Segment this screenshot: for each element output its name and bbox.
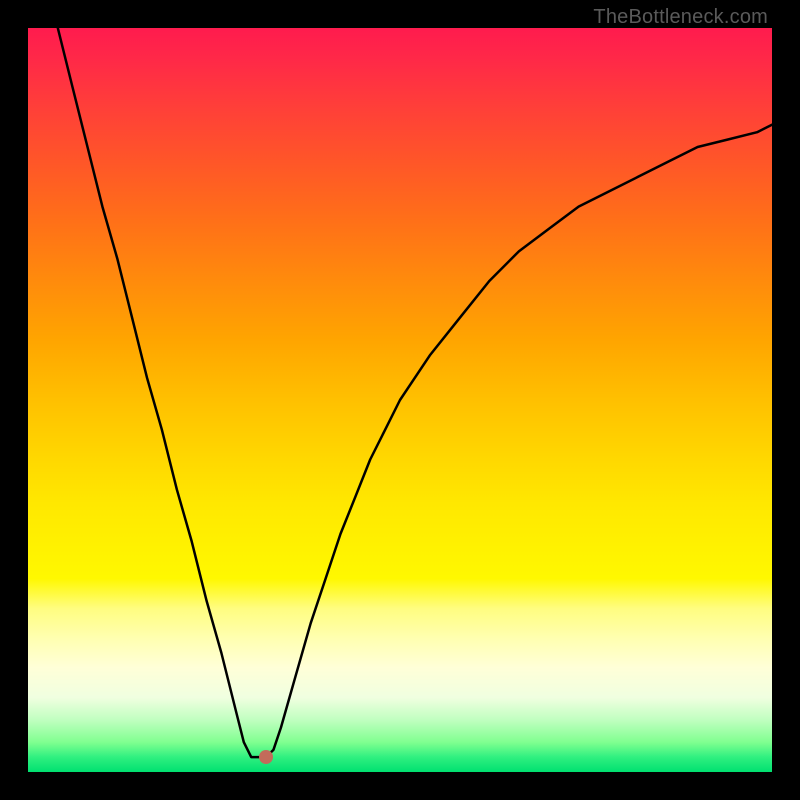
plot-area [28,28,772,772]
bottleneck-curve [28,28,772,772]
optimal-point-marker [259,750,273,764]
chart-container: TheBottleneck.com [0,0,800,800]
watermark-text: TheBottleneck.com [593,6,768,29]
